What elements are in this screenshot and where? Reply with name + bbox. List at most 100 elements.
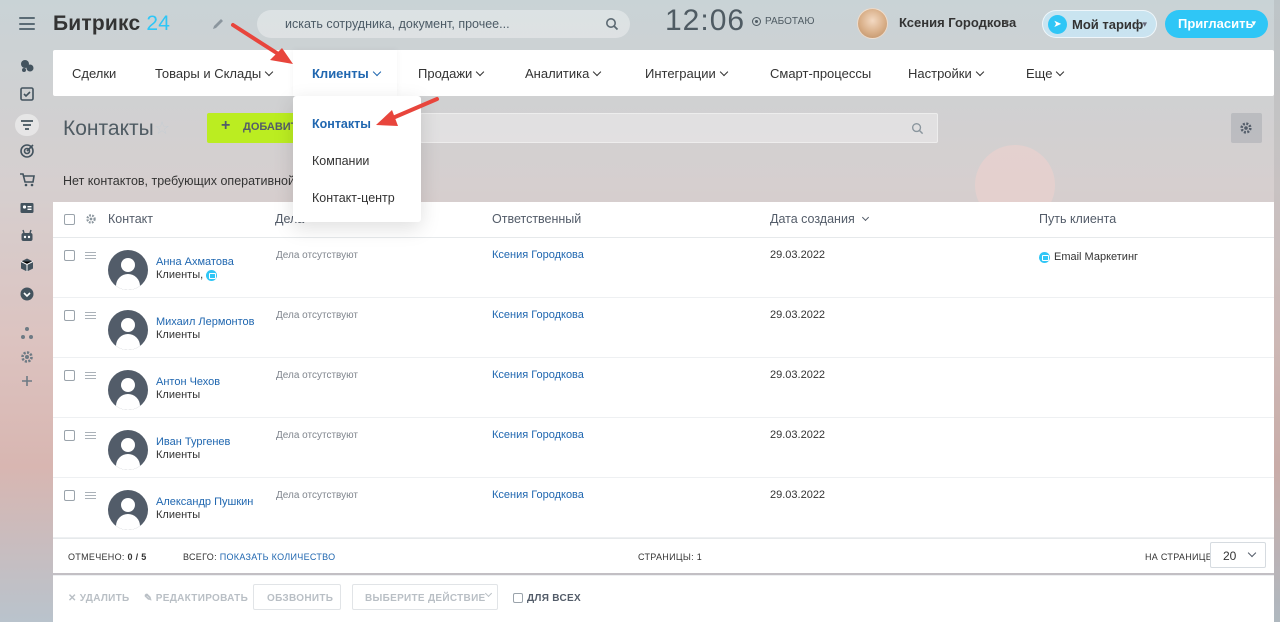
chevron-down-icon: [1247, 548, 1257, 558]
crm-filter-icon[interactable]: [15, 114, 39, 136]
drag-handle-icon[interactable]: [85, 432, 96, 439]
contact-name-link[interactable]: Антон Чехов: [156, 376, 220, 388]
search-input[interactable]: искать сотрудника, документ, прочее...: [285, 17, 510, 31]
table-row[interactable]: Антон Чехов Клиенты Дела отсутствуют Ксе…: [53, 358, 1274, 418]
action-select[interactable]: ВЫБЕРИТЕ ДЕЙСТВИЕ: [352, 584, 498, 610]
column-header-responsible[interactable]: Ответственный: [492, 212, 581, 226]
tariff-label: Мой тариф: [1072, 17, 1144, 32]
menu-item-clients[interactable]: Клиенты: [312, 66, 381, 81]
target-icon[interactable]: [19, 143, 35, 159]
page-scrollbar[interactable]: [1274, 0, 1280, 622]
tariff-button[interactable]: ➤ Мой тариф ▾: [1042, 10, 1157, 38]
avatar: [108, 370, 148, 410]
responsible-link[interactable]: Ксения Городкова: [492, 309, 584, 321]
add-contact-button[interactable]: + ДОБАВИТЬ: [207, 113, 295, 143]
created-date: 29.03.2022: [770, 309, 826, 321]
menu-item-deals[interactable]: Сделки: [72, 66, 116, 81]
search-icon[interactable]: [911, 122, 924, 135]
column-header-contact[interactable]: Контакт: [108, 212, 153, 226]
contact-name-link[interactable]: Михаил Лермонтов: [156, 316, 255, 328]
menu-item-smart-processes[interactable]: Смарт-процессы: [770, 66, 871, 81]
user-avatar[interactable]: [857, 8, 888, 39]
page-title: Контакты: [63, 117, 154, 140]
menu-item-sales[interactable]: Продажи: [418, 66, 485, 81]
column-header-created[interactable]: Дата создания: [770, 212, 870, 226]
user-name[interactable]: Ксения Городкова: [899, 15, 1016, 30]
responsible-link[interactable]: Ксения Городкова: [492, 369, 584, 381]
call-button[interactable]: ОБЗВОНИТЬ: [253, 584, 341, 610]
gear-icon[interactable]: [85, 213, 97, 225]
dropdown-item-contacts[interactable]: Контакты: [312, 117, 371, 131]
table-row[interactable]: Михаил Лермонтов Клиенты Дела отсутствую…: [53, 298, 1274, 358]
search-icon[interactable]: [605, 17, 619, 31]
per-page-select[interactable]: 20: [1210, 542, 1266, 568]
selected-count: ОТМЕЧЕНО: 0 / 5: [68, 552, 147, 562]
logo-text: Битрикс: [53, 12, 141, 35]
contact-name-link[interactable]: Анна Ахматова: [156, 256, 234, 268]
contact-name-link[interactable]: Александр Пушкин: [156, 496, 253, 508]
row-checkbox[interactable]: [64, 430, 75, 441]
drag-handle-icon[interactable]: [85, 312, 96, 319]
show-count-link[interactable]: ПОКАЗАТЬ КОЛИЧЕСТВО: [220, 552, 336, 562]
responsible-link[interactable]: Ксения Городкова: [492, 429, 584, 441]
filter-search-input[interactable]: [420, 113, 938, 143]
menu-item-analytics[interactable]: Аналитика: [525, 66, 602, 81]
plus-icon[interactable]: [19, 373, 35, 389]
hamburger-icon[interactable]: [19, 17, 35, 30]
menu-item-label: Товары и Склады: [155, 66, 262, 81]
delete-button[interactable]: ✕ УДАЛИТЬ: [68, 593, 130, 604]
chevron-down-icon: [719, 67, 728, 77]
client-path[interactable]: Email Маркетинг: [1039, 251, 1138, 263]
drag-handle-icon[interactable]: [85, 252, 96, 259]
robot-icon[interactable]: [19, 228, 35, 244]
clock[interactable]: 12:06: [665, 4, 745, 38]
dropdown-item-companies[interactable]: Компании: [312, 154, 369, 168]
row-checkbox[interactable]: [64, 310, 75, 321]
bubbles-icon[interactable]: [19, 58, 35, 74]
star-icon[interactable]: ☆: [154, 118, 170, 139]
column-header-path[interactable]: Путь клиента: [1039, 212, 1116, 226]
menu-item-label: Еще: [1026, 66, 1053, 81]
gear-icon[interactable]: [19, 349, 35, 365]
contact-card-icon[interactable]: [19, 200, 35, 216]
page-settings-button[interactable]: [1231, 113, 1262, 143]
global-search[interactable]: искать сотрудника, документ, прочее...: [257, 10, 630, 38]
menu-item-more[interactable]: Еще: [1026, 66, 1065, 81]
gear-icon: [1240, 122, 1252, 134]
select-all-checkbox[interactable]: [64, 214, 75, 225]
task-check-icon[interactable]: [19, 86, 35, 102]
pencil-icon[interactable]: [211, 17, 225, 31]
for-all-checkbox[interactable]: [513, 593, 523, 603]
drag-handle-icon[interactable]: [85, 492, 96, 499]
row-checkbox[interactable]: [64, 250, 75, 261]
edit-button[interactable]: ✎ РЕДАКТИРОВАТЬ: [144, 593, 248, 604]
chevron-down-icon[interactable]: ▾: [1004, 17, 1009, 28]
row-checkbox[interactable]: [64, 370, 75, 381]
contact-name-link[interactable]: Иван Тургенев: [156, 436, 230, 448]
menu-item-settings[interactable]: Настройки: [908, 66, 984, 81]
cart-icon[interactable]: [19, 172, 35, 188]
app-logo[interactable]: Битрикс 24: [53, 12, 170, 36]
table-row[interactable]: Александр Пушкин Клиенты Дела отсутствую…: [53, 478, 1274, 538]
responsible-link[interactable]: Ксения Городкова: [492, 489, 584, 501]
dropdown-item-contact-center[interactable]: Контакт-центр: [312, 191, 395, 205]
menu-item-label: Сделки: [72, 66, 117, 81]
structure-icon[interactable]: [19, 325, 35, 341]
responsible-link[interactable]: Ксения Городкова: [492, 249, 584, 261]
invite-button[interactable]: Пригласить ▾: [1165, 10, 1268, 38]
chevron-down-icon: [484, 589, 493, 598]
menu-item-products[interactable]: Товары и Склады: [155, 66, 274, 81]
deals-status: Дела отсутствуют: [276, 310, 358, 321]
chevron-circle-icon[interactable]: [19, 286, 35, 302]
row-checkbox[interactable]: [64, 490, 75, 501]
avatar: [108, 490, 148, 530]
left-sidebar: [0, 0, 53, 622]
table-row[interactable]: Иван Тургенев Клиенты Дела отсутствуют К…: [53, 418, 1274, 478]
table-row[interactable]: Анна Ахматова Клиенты, Дела отсутствуют …: [53, 238, 1274, 298]
pages-value[interactable]: 1: [697, 552, 702, 562]
grid-header: Контакт Дела Ответственный Дата создания…: [53, 202, 1274, 238]
drag-handle-icon[interactable]: [85, 372, 96, 379]
menu-item-integrations[interactable]: Интеграции: [645, 66, 728, 81]
work-status[interactable]: РАБОТАЮ: [752, 16, 814, 27]
box-icon[interactable]: [19, 257, 35, 273]
